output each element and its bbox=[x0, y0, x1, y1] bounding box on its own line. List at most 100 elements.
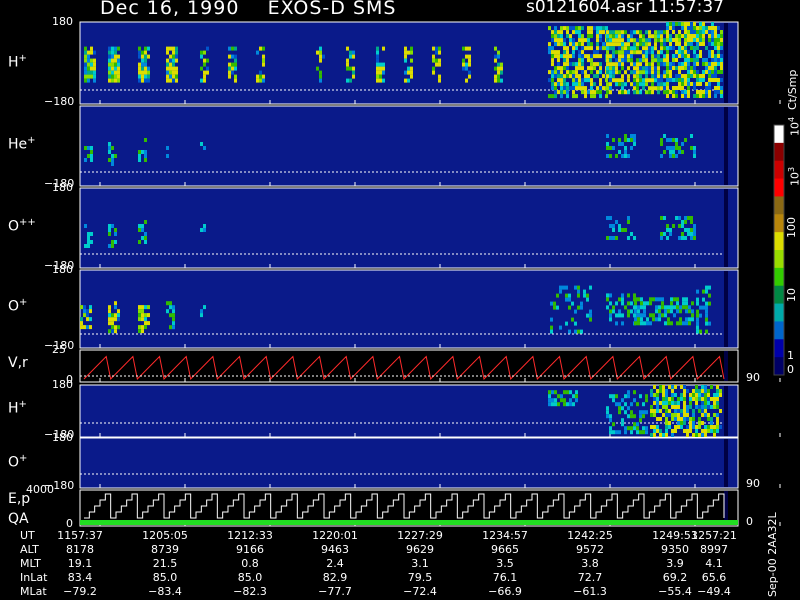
cell-h bbox=[627, 58, 630, 63]
cell-h bbox=[352, 66, 355, 71]
cell-o bbox=[667, 305, 670, 310]
cell-h bbox=[319, 78, 322, 83]
colorbar-unit: Ct/Smp bbox=[786, 69, 799, 110]
cell-h2 bbox=[569, 398, 572, 403]
cell-o bbox=[673, 313, 676, 318]
cell-h bbox=[587, 78, 590, 83]
cell-h bbox=[410, 46, 413, 51]
panel-edge-opp bbox=[724, 189, 728, 267]
cell-h bbox=[554, 30, 557, 35]
cell-h bbox=[262, 62, 265, 67]
cell-o bbox=[141, 325, 144, 330]
cell-h2 bbox=[665, 429, 668, 433]
cell-h2 bbox=[656, 409, 659, 413]
cell-opp bbox=[84, 244, 87, 248]
cell-h bbox=[612, 50, 615, 55]
cell-h bbox=[578, 78, 581, 83]
cell-h bbox=[669, 22, 672, 26]
cell-h bbox=[84, 66, 87, 71]
cell-h bbox=[200, 78, 203, 83]
cell-o bbox=[637, 309, 640, 314]
cell-he bbox=[633, 138, 636, 142]
cell-h bbox=[141, 50, 144, 55]
cell-h bbox=[349, 78, 352, 83]
cell-h bbox=[319, 70, 322, 75]
cell-o bbox=[172, 321, 175, 326]
cell-o bbox=[621, 293, 624, 298]
cell-h bbox=[711, 62, 714, 66]
cell-h bbox=[497, 78, 500, 83]
cell-h2 bbox=[668, 385, 671, 389]
cell-he bbox=[612, 138, 615, 142]
cell-h bbox=[711, 58, 714, 62]
time-cell: 1227:29 bbox=[397, 529, 443, 542]
cell-h bbox=[147, 70, 150, 75]
chart-title: Dec 16, 1990 EXOS-D SMS bbox=[100, 0, 396, 19]
cell-he bbox=[681, 142, 684, 146]
cell-h bbox=[605, 94, 608, 99]
cell-h2 bbox=[698, 397, 701, 401]
cell-h bbox=[699, 78, 702, 82]
cell-h bbox=[200, 50, 203, 55]
cell-h bbox=[572, 70, 575, 75]
cell-h bbox=[606, 46, 609, 51]
cell-h2 bbox=[695, 389, 698, 393]
cell-h bbox=[563, 26, 566, 31]
cell-h bbox=[636, 70, 639, 75]
cell-h bbox=[699, 74, 702, 78]
cell-h2 bbox=[680, 413, 683, 417]
cell-h2 bbox=[713, 429, 716, 433]
cell-h bbox=[256, 50, 259, 55]
cell-h2 bbox=[618, 430, 621, 435]
cell-h bbox=[462, 66, 465, 71]
cell-h2 bbox=[665, 401, 668, 405]
cell-h bbox=[645, 58, 648, 63]
cell-h bbox=[554, 74, 557, 79]
cell-he bbox=[693, 154, 696, 158]
cell-opp bbox=[108, 224, 111, 228]
cell-h bbox=[672, 54, 675, 58]
cell-h2 bbox=[713, 397, 716, 401]
cell-h2 bbox=[621, 406, 624, 411]
cell-h bbox=[172, 78, 175, 83]
cell-h bbox=[705, 46, 708, 50]
cell-h bbox=[621, 30, 624, 35]
cell-h bbox=[681, 74, 684, 78]
cell-h2 bbox=[677, 397, 680, 401]
cell-opp bbox=[111, 224, 114, 228]
cell-h bbox=[572, 74, 575, 79]
cell-h bbox=[590, 82, 593, 87]
cell-opp bbox=[612, 236, 615, 240]
cell-h bbox=[551, 58, 554, 63]
cell-h bbox=[672, 46, 675, 50]
cell-h bbox=[560, 38, 563, 43]
cell-opp bbox=[138, 228, 141, 232]
cell-h bbox=[234, 54, 237, 59]
cell-o bbox=[640, 301, 643, 306]
cell-h bbox=[678, 34, 681, 38]
cell-h bbox=[584, 86, 587, 91]
cell-h bbox=[462, 62, 465, 67]
cell-h bbox=[684, 42, 687, 46]
cell-h2 bbox=[653, 385, 656, 389]
cell-opp bbox=[114, 232, 117, 236]
cell-opp bbox=[141, 228, 144, 232]
cell-o bbox=[83, 313, 86, 318]
cell-h bbox=[612, 34, 615, 39]
cell-h bbox=[660, 82, 663, 87]
cell-h bbox=[599, 78, 602, 83]
cell-h bbox=[551, 34, 554, 39]
cell-he bbox=[624, 150, 627, 154]
cell-h bbox=[630, 82, 633, 87]
cell-h2 bbox=[677, 425, 680, 429]
cell-h bbox=[654, 38, 657, 43]
cell-h bbox=[672, 94, 675, 98]
cell-h bbox=[615, 62, 618, 67]
cell-o bbox=[652, 297, 655, 302]
cell-o bbox=[705, 321, 708, 326]
time-axis-table: UT 1157:37 1205:05 1212:33 1220:01 1227:29 123… bbox=[0, 530, 740, 600]
cell-h bbox=[465, 62, 468, 67]
time-cell: 85.0 bbox=[237, 571, 263, 584]
cell-o bbox=[565, 285, 568, 290]
cell-h bbox=[590, 58, 593, 63]
